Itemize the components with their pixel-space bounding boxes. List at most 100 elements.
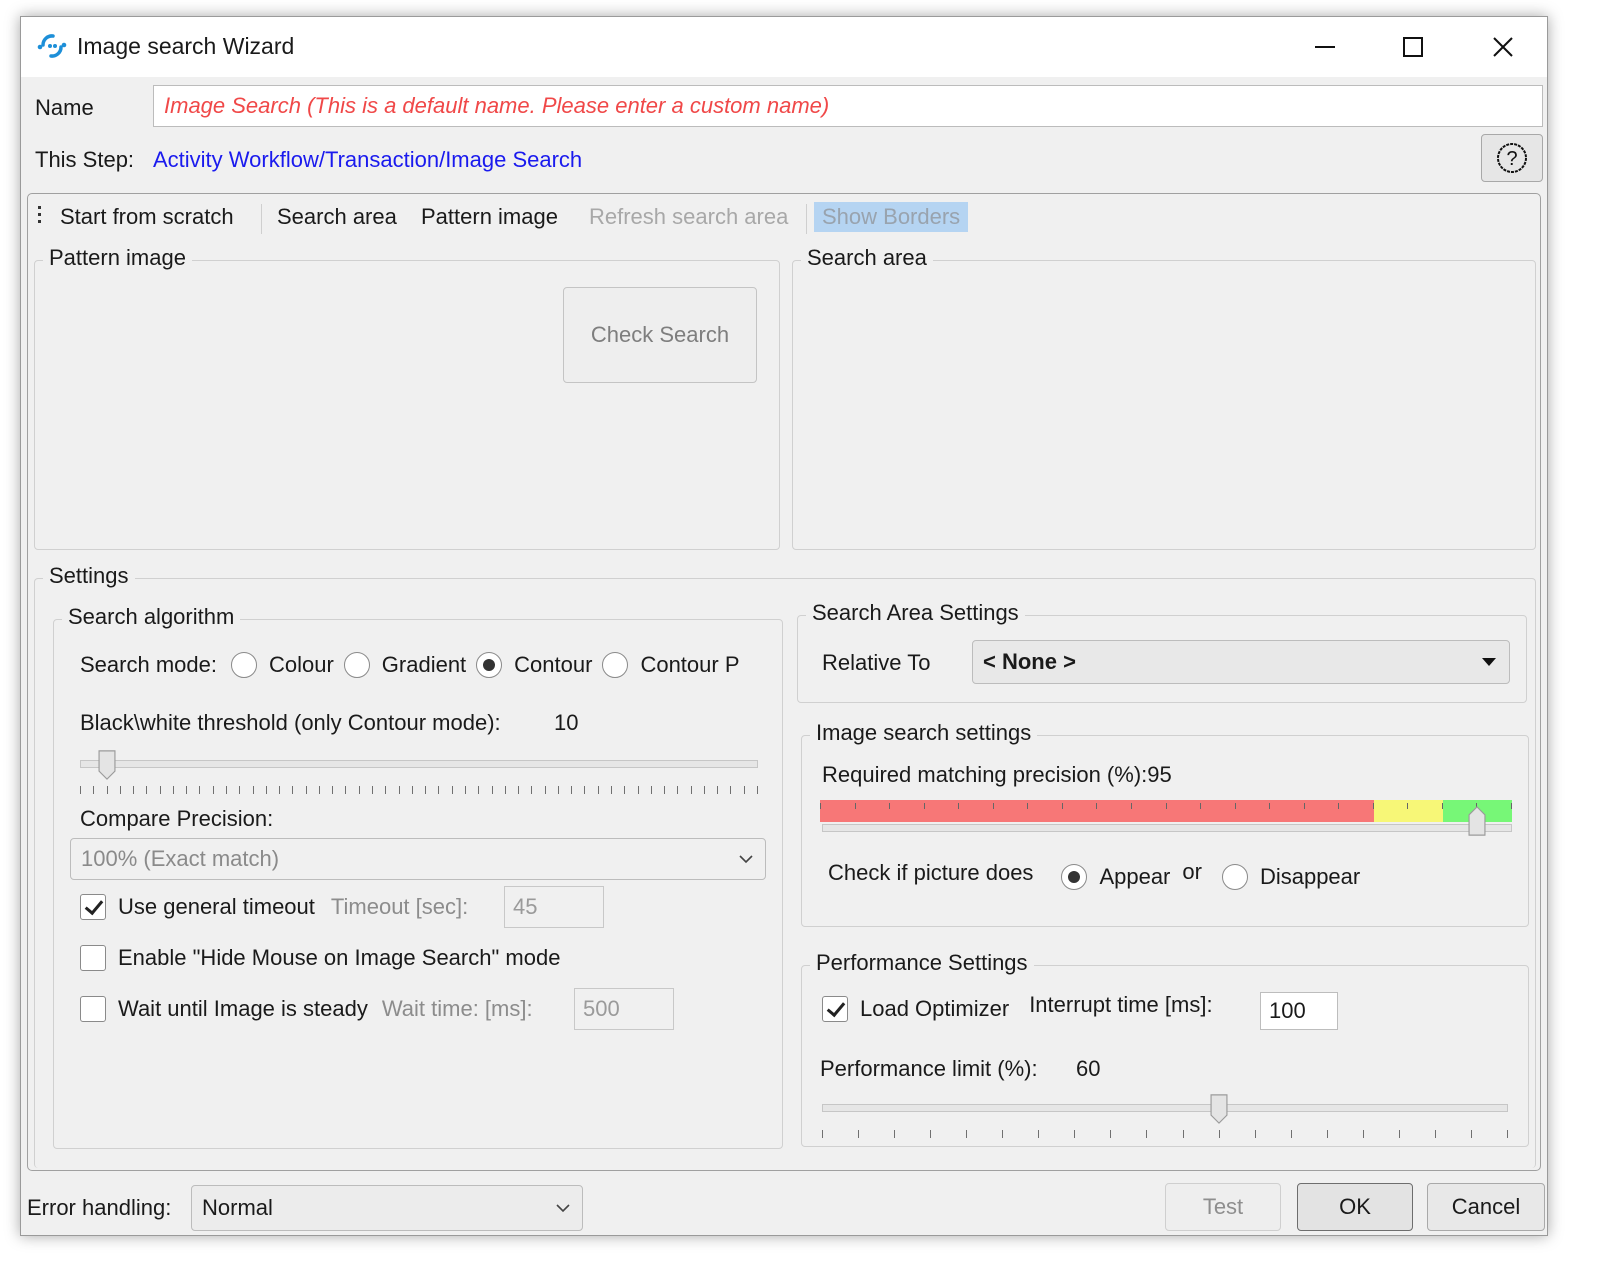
slider-tick [146,786,148,794]
precision-tick [854,803,856,809]
wait-steady-checkbox[interactable] [80,996,106,1022]
precision-slider-thumb[interactable] [1467,806,1487,836]
use-timeout-checkbox[interactable] [80,894,106,920]
search-area-title: Search area [801,245,933,271]
test-button[interactable]: Test [1165,1183,1281,1231]
threshold-slider-ticks [80,786,758,796]
radio-contour-p[interactable] [602,652,629,678]
precision-tick [1165,803,1167,809]
slider-tick [491,786,493,794]
radio-contour-label[interactable]: Contour [514,652,592,678]
close-button[interactable] [1473,27,1533,67]
load-optimizer-label[interactable]: Load Optimizer [860,996,1009,1022]
start-from-scratch-button[interactable]: Start from scratch [54,202,240,232]
settings-group: Settings Search algorithm Search mode: C… [34,563,1536,1168]
wait-steady-label[interactable]: Wait until Image is steady [118,996,368,1022]
interrupt-time-input[interactable]: 100 [1260,992,1338,1030]
radio-appear-label[interactable]: Appear [1099,864,1170,890]
minimize-button[interactable] [1295,27,1355,67]
load-optimizer-checkbox[interactable] [822,996,848,1022]
threshold-value: 10 [554,710,579,735]
slider-tick [1146,1130,1148,1138]
precision-tick [1200,803,1202,809]
slider-tick [1326,1130,1328,1138]
pattern-image-button[interactable]: Pattern image [415,202,564,232]
slider-tick [80,786,81,794]
radio-colour[interactable] [230,652,257,678]
slider-tick [730,786,732,794]
search-area-settings-group: Search Area Settings Relative To < None … [797,600,1527,703]
slider-tick [1398,1130,1400,1138]
name-input[interactable]: Image Search (This is a default name. Pl… [153,85,1543,127]
slider-tick [186,786,188,794]
radio-gradient-label[interactable]: Gradient [382,652,466,678]
window-title: Image search Wizard [77,33,295,59]
timeout-input[interactable]: 45 [504,886,604,928]
precision-tick [1130,803,1132,809]
radio-colour-label[interactable]: Colour [269,652,334,678]
radio-contour-p-label[interactable]: Contour P [640,652,739,678]
ok-button[interactable]: OK [1297,1183,1413,1231]
performance-settings-group: Performance Settings Load Optimizer Inte… [801,950,1529,1147]
search-area-settings-title: Search Area Settings [806,600,1025,626]
image-search-wizard-window: Image search Wizard Name Image Search (T… [20,16,1548,1236]
refresh-search-area-button[interactable]: Refresh search area [583,202,794,232]
main-panel: Start from scratch Search area Pattern i… [27,193,1541,1171]
compare-precision-value: 100% (Exact match) [81,846,280,871]
slider-tick [1182,1130,1184,1138]
search-algorithm-group: Search algorithm Search mode: Colour Gra… [53,604,783,1149]
precision-tick [1061,803,1063,809]
error-handling-value: Normal [202,1195,273,1220]
toolbar-grip-icon[interactable] [38,206,42,228]
slider-tick [1470,1130,1472,1138]
slider-tick [425,786,427,794]
precision-value: 95 [1147,762,1172,787]
show-borders-button[interactable]: Show Borders [814,202,969,232]
radio-contour[interactable] [476,652,503,678]
threshold-slider-thumb[interactable] [97,750,117,780]
performance-slider-thumb[interactable] [1209,1094,1229,1124]
slider-tick [544,786,546,794]
performance-limit-label: Performance limit (%): [820,1056,1038,1081]
precision-tick [1441,803,1443,809]
toolbar-separator [806,204,807,234]
slider-tick [650,786,652,794]
precision-tick [1303,803,1305,809]
precision-slider-track[interactable] [822,824,1512,832]
compare-precision-dropdown[interactable]: 100% (Exact match) [70,838,766,880]
wait-time-input[interactable]: 500 [574,988,674,1030]
timeout-label: Timeout [sec]: [330,894,469,919]
radio-appear[interactable] [1061,864,1088,890]
error-handling-dropdown[interactable]: Normal [191,1185,583,1231]
toolbar: Start from scratch Search area Pattern i… [28,194,1540,240]
relative-to-dropdown[interactable]: < None > [972,640,1510,684]
maximize-button[interactable] [1383,27,1443,67]
radio-gradient[interactable] [343,652,370,678]
image-search-settings-group: Image search settings Required matching … [801,720,1529,927]
title-bar: Image search Wizard [21,17,1547,77]
performance-slider-track[interactable] [822,1104,1508,1112]
performance-limit-value: 60 [1076,1056,1101,1081]
dropdown-arrow-icon [1482,658,1496,666]
slider-tick [212,786,214,794]
radio-disappear-label[interactable]: Disappear [1260,864,1360,890]
precision-tick [923,803,925,809]
help-button[interactable]: ? [1481,134,1543,182]
threshold-slider-track[interactable] [80,760,758,768]
search-mode-row: Search mode: Colour Gradient Contour Con… [80,652,750,678]
step-path-link[interactable]: Activity Workflow/Transaction/Image Sear… [153,147,582,173]
precision-tick [1027,803,1029,809]
slider-tick [504,786,506,794]
use-timeout-label[interactable]: Use general timeout [118,894,315,920]
check-search-button[interactable]: Check Search [563,287,757,383]
hide-mouse-label[interactable]: Enable "Hide Mouse on Image Search" mode [118,945,560,971]
cancel-button[interactable]: Cancel [1427,1183,1545,1231]
performance-slider-ticks [822,1130,1508,1140]
slider-tick [172,786,174,794]
appear-row: Check if picture does Appear or Disappea… [828,859,1360,890]
search-area-button[interactable]: Search area [271,202,403,232]
radio-disappear[interactable] [1221,864,1248,890]
hide-mouse-checkbox[interactable] [80,945,106,971]
slider-tick [1507,1130,1508,1138]
image-search-settings-title: Image search settings [810,720,1038,746]
